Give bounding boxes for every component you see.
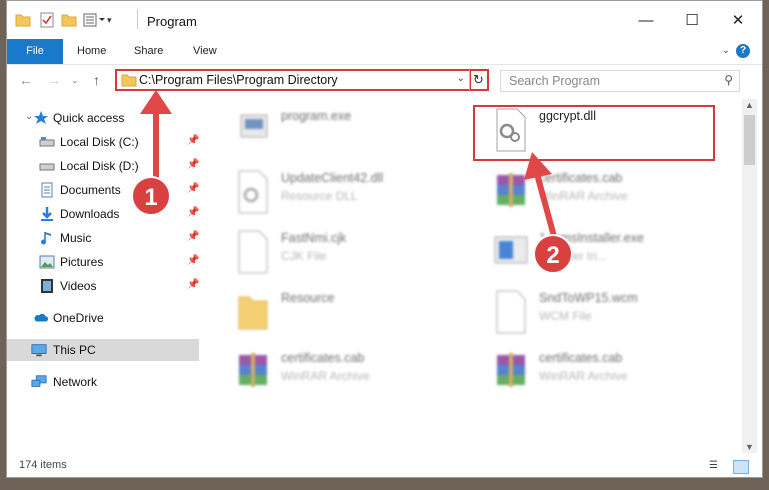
annotation-arrows [140,90,558,241]
step-1-badge: 1 [131,176,171,216]
step-2-badge: 2 [533,234,573,274]
